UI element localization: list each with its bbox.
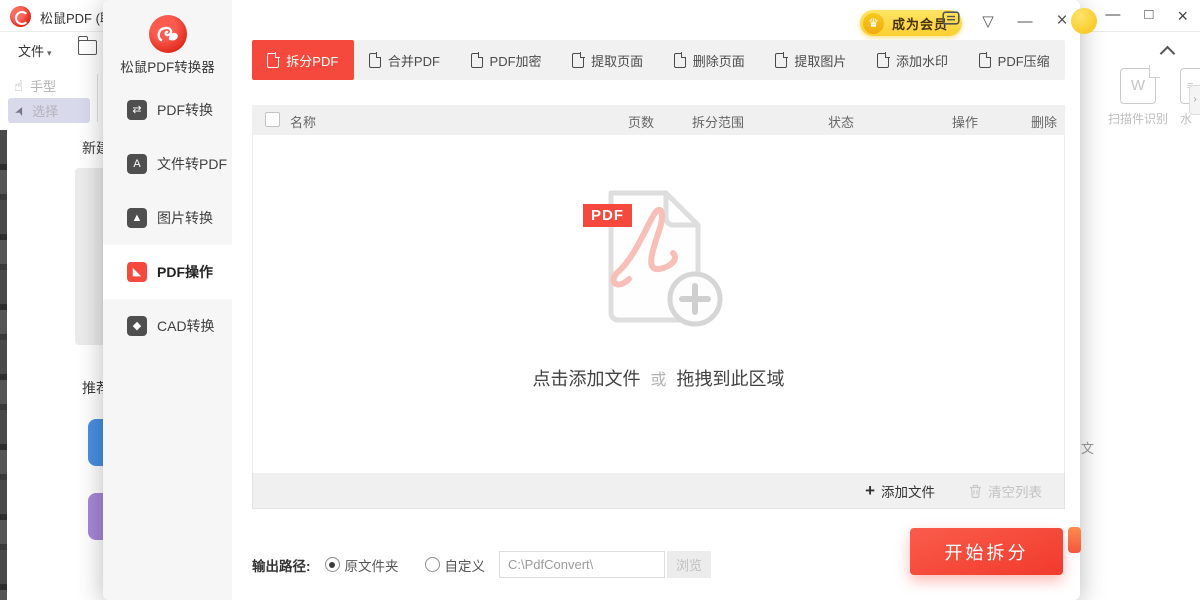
column-delete: 删除 xyxy=(1031,112,1057,131)
collapse-ribbon-icon[interactable] xyxy=(1160,46,1176,62)
clear-list-button[interactable]: 清空列表 xyxy=(969,481,1042,501)
plus-icon: + xyxy=(865,482,875,499)
trash-icon xyxy=(969,484,982,498)
browse-button[interactable]: 浏览 xyxy=(667,551,711,578)
background-doc-text: 文 xyxy=(1081,438,1094,457)
scan-recognition-tool[interactable]: W 扫描件识别 xyxy=(1098,68,1178,127)
radio-selected-icon xyxy=(325,557,340,572)
file-table: 名称 页数 拆分范围 状态 操作 删除 PDF xyxy=(252,105,1065,509)
dialog-close-button[interactable]: × xyxy=(1052,10,1072,32)
hand-icon: ☝ xyxy=(14,77,23,95)
tab-compress-pdf[interactable]: PDF压缩 xyxy=(963,40,1065,80)
dialog-minimize-button[interactable]: — xyxy=(1015,13,1035,30)
table-footer: + 添加文件 清空列表 xyxy=(252,473,1065,509)
column-pages: 页数 xyxy=(628,112,654,131)
select-all-checkbox[interactable] xyxy=(265,112,280,127)
column-action: 操作 xyxy=(952,112,978,131)
output-path-bar: 输出路径: 原文件夹 自定义 浏览 xyxy=(252,551,711,578)
sidebar-item-file-to-pdf[interactable]: A 文件转PDF xyxy=(103,137,232,191)
empty-state-hint: 点击添加文件或拖拽到此区域 xyxy=(253,365,1064,391)
sidebar-item-pdf-convert[interactable]: ⇄ PDF转换 xyxy=(103,83,232,137)
app-name: 松鼠PDF转换器 xyxy=(103,56,232,76)
operation-tabbar: 拆分PDF 合并PDF PDF加密 提取页面 删除页面 提取图片 添加水印 PD… xyxy=(252,40,1065,80)
image-convert-icon: ▲ xyxy=(127,208,147,228)
sidebar-item-image-convert[interactable]: ▲ 图片转换 xyxy=(103,191,232,245)
tab-add-watermark[interactable]: 添加水印 xyxy=(862,40,964,80)
scan-document-icon: W xyxy=(1120,68,1156,104)
sidebar-item-pdf-operations[interactable]: ◣ PDF操作 xyxy=(103,245,232,299)
add-watermark-icon xyxy=(877,53,889,68)
thumbnail-panel-edge xyxy=(0,130,7,600)
extract-images-icon xyxy=(775,53,787,68)
tab-merge-pdf[interactable]: 合并PDF xyxy=(354,40,456,80)
chevron-right-icon: › xyxy=(1193,94,1196,105)
empty-state-illustration: PDF xyxy=(583,183,733,328)
column-split-range: 拆分范围 xyxy=(692,112,744,131)
pdf-converter-dialog: 松鼠PDF转换器 ⇄ PDF转换 A 文件转PDF ▲ 图片转换 ◣ PDF操作 xyxy=(103,0,1080,600)
pdf-label: PDF xyxy=(583,204,632,227)
pdf-operations-icon: ◣ xyxy=(127,262,147,282)
delete-pages-icon xyxy=(674,53,686,68)
extract-pages-icon xyxy=(572,53,584,68)
bg-maximize-button[interactable]: □ xyxy=(1144,6,1153,27)
app-logo-icon xyxy=(10,6,31,27)
cad-convert-icon: ◆ xyxy=(127,316,147,336)
add-file-button[interactable]: + 添加文件 xyxy=(865,481,935,501)
bg-minimize-button[interactable]: — xyxy=(1105,6,1120,27)
select-tool-button[interactable]: ➤ 选择 xyxy=(8,98,90,123)
sidebar: 松鼠PDF转换器 ⇄ PDF转换 A 文件转PDF ▲ 图片转换 ◣ PDF操作 xyxy=(103,0,232,600)
cursor-icon: ➤ xyxy=(12,103,29,118)
radio-custom-folder[interactable]: 自定义 xyxy=(425,555,486,575)
drop-zone[interactable]: PDF 点击添加文件或拖拽到此区域 xyxy=(252,135,1065,473)
output-path-input[interactable] xyxy=(499,551,665,578)
skin-theme-icon[interactable]: ▽ xyxy=(978,12,998,30)
column-name: 名称 xyxy=(290,112,316,131)
file-menu[interactable]: 文件▾ xyxy=(18,41,52,60)
column-status: 状态 xyxy=(828,112,854,131)
squirrel-logo-icon xyxy=(149,15,187,53)
bg-close-button[interactable]: × xyxy=(1177,6,1188,27)
screen: 松鼠PDF (联想 — □ × 文件▾ ☝ 手型 ➤ 选择 新建 推荐 W 扫描… xyxy=(0,0,1200,600)
hand-tool-button[interactable]: ☝ 手型 xyxy=(14,76,56,95)
tab-encrypt-pdf[interactable]: PDF加密 xyxy=(455,40,557,80)
output-path-label: 输出路径: xyxy=(252,555,311,575)
crown-icon: ♛ xyxy=(863,13,884,34)
tab-extract-images[interactable]: 提取图片 xyxy=(760,40,862,80)
open-folder-icon[interactable] xyxy=(78,40,97,55)
toolbar-expand-tab[interactable]: › xyxy=(1189,85,1200,115)
encrypt-pdf-icon xyxy=(471,53,483,68)
sidebar-item-cad-convert[interactable]: ◆ CAD转换 xyxy=(103,299,232,353)
file-to-pdf-icon: A xyxy=(127,154,147,174)
feedback-icon[interactable] xyxy=(941,11,961,32)
tab-split-pdf[interactable]: 拆分PDF xyxy=(252,40,354,80)
caret-down-icon: ▾ xyxy=(47,48,52,58)
radio-original-folder[interactable]: 原文件夹 xyxy=(325,555,399,575)
radio-unselected-icon xyxy=(425,557,440,572)
tab-extract-pages[interactable]: 提取页面 xyxy=(557,40,659,80)
tab-delete-pages[interactable]: 删除页面 xyxy=(659,40,761,80)
start-split-button[interactable]: 开始拆分 xyxy=(910,528,1063,575)
floating-widget-sliver xyxy=(1068,527,1081,553)
notification-dot-icon[interactable] xyxy=(1071,8,1097,34)
pdf-convert-icon: ⇄ xyxy=(127,100,147,120)
split-pdf-icon xyxy=(267,53,279,68)
compress-pdf-icon xyxy=(979,53,991,68)
toolbar-divider xyxy=(97,74,98,122)
table-header: 名称 页数 拆分范围 状态 操作 删除 xyxy=(252,105,1065,135)
merge-pdf-icon xyxy=(369,53,381,68)
